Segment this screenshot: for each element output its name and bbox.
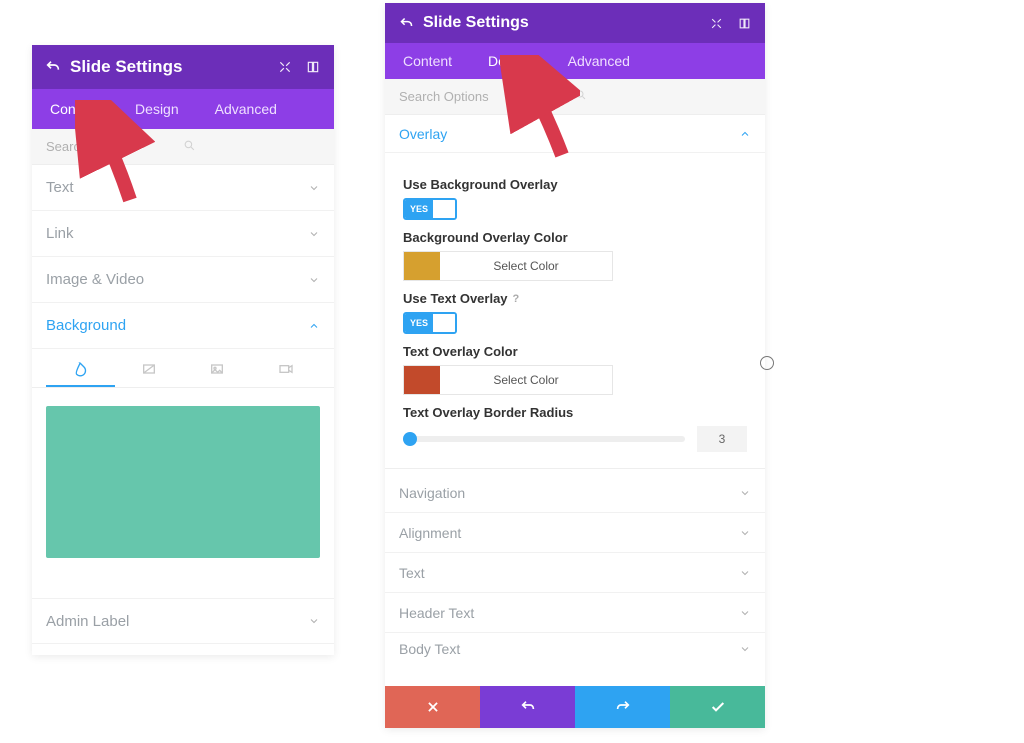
- search-placeholder: Search Options: [46, 139, 183, 154]
- tab-bar: Content Design Advanced: [32, 89, 334, 129]
- section-text[interactable]: Text: [385, 553, 765, 593]
- slider-text-overlay-radius[interactable]: [403, 436, 685, 442]
- subtab-color[interactable]: [46, 353, 115, 387]
- background-subtabs: [32, 349, 334, 388]
- footer-undo-button[interactable]: [480, 686, 575, 728]
- panel-body: Overlay Use Background Overlay YES Backg…: [385, 115, 765, 686]
- color-picker-text-overlay[interactable]: Select Color: [403, 365, 613, 395]
- search-input[interactable]: Search Options: [32, 129, 334, 165]
- chevron-up-icon: [308, 320, 320, 332]
- undo-icon[interactable]: [397, 14, 415, 32]
- label-use-bg-overlay: Use Background Overlay: [403, 177, 747, 192]
- footer-save-button[interactable]: [670, 686, 765, 728]
- chevron-up-icon: [739, 128, 751, 140]
- snap-icon[interactable]: [304, 58, 322, 76]
- search-input[interactable]: Search Options: [385, 79, 765, 115]
- label-use-text-overlay: Use Text Overlay ?: [403, 291, 747, 306]
- color-picker-bg-overlay[interactable]: Select Color: [403, 251, 613, 281]
- background-color-swatch[interactable]: [46, 406, 320, 558]
- chevron-down-icon: [308, 274, 320, 286]
- label-bg-overlay-color: Background Overlay Color: [403, 230, 747, 245]
- section-overlay[interactable]: Overlay: [385, 115, 765, 153]
- snap-icon[interactable]: [735, 14, 753, 32]
- chevron-down-icon: [308, 182, 320, 194]
- input-text-overlay-radius[interactable]: 3: [697, 426, 747, 452]
- color-chip: [404, 366, 440, 394]
- panel-title: Slide Settings: [423, 14, 707, 32]
- tab-advanced[interactable]: Advanced: [550, 43, 648, 79]
- background-color-swatch-wrap: [32, 388, 334, 576]
- color-chip: [404, 252, 440, 280]
- chevron-down-icon: [308, 615, 320, 627]
- section-admin-label[interactable]: Admin Label: [32, 598, 334, 644]
- section-background[interactable]: Background: [32, 303, 334, 349]
- panel-header: Slide Settings: [385, 3, 765, 43]
- toggle-use-bg-overlay[interactable]: YES: [403, 198, 457, 220]
- tab-content[interactable]: Content: [32, 89, 117, 129]
- section-text[interactable]: Text: [32, 165, 334, 211]
- undo-icon[interactable]: [44, 58, 62, 76]
- expand-icon[interactable]: [707, 14, 725, 32]
- footer-redo-button[interactable]: [575, 686, 670, 728]
- tab-advanced[interactable]: Advanced: [197, 89, 295, 129]
- search-placeholder: Search Options: [399, 89, 575, 104]
- panel-content: Slide Settings Content Design Advanced S…: [32, 45, 334, 655]
- label-text-overlay-radius: Text Overlay Border Radius: [403, 405, 747, 420]
- tab-design[interactable]: Design: [117, 89, 197, 129]
- chevron-down-icon: [739, 567, 751, 579]
- section-body-text[interactable]: Body Text: [385, 633, 765, 665]
- search-icon: [183, 139, 320, 155]
- subtab-video[interactable]: [252, 353, 321, 387]
- section-navigation[interactable]: Navigation: [385, 473, 765, 513]
- subtab-image[interactable]: [183, 353, 252, 387]
- chevron-down-icon: [739, 487, 751, 499]
- chevron-down-icon: [739, 643, 751, 655]
- subtab-gradient[interactable]: [115, 353, 184, 387]
- panel-body: Text Link Image & Video Background: [32, 165, 334, 655]
- expand-icon[interactable]: [276, 58, 294, 76]
- section-header-text[interactable]: Header Text: [385, 593, 765, 633]
- label-text-overlay-color: Text Overlay Color: [403, 344, 747, 359]
- footer-close-button[interactable]: [385, 686, 480, 728]
- footer-actions: [385, 686, 765, 728]
- tab-bar: Content Design Advanced: [385, 43, 765, 79]
- chevron-down-icon: [739, 607, 751, 619]
- section-alignment[interactable]: Alignment: [385, 513, 765, 553]
- clip-indicator-icon: [760, 356, 774, 370]
- tab-design[interactable]: Design: [470, 43, 550, 79]
- panel-title: Slide Settings: [70, 57, 276, 77]
- section-image-video[interactable]: Image & Video: [32, 257, 334, 303]
- section-link[interactable]: Link: [32, 211, 334, 257]
- toggle-use-text-overlay[interactable]: YES: [403, 312, 457, 334]
- panel-header: Slide Settings: [32, 45, 334, 89]
- overlay-form: Use Background Overlay YES Background Ov…: [385, 153, 765, 473]
- search-icon: [575, 89, 751, 104]
- chevron-down-icon: [308, 228, 320, 240]
- help-icon[interactable]: ?: [513, 293, 520, 305]
- chevron-down-icon: [739, 527, 751, 539]
- tab-content[interactable]: Content: [385, 43, 470, 79]
- panel-design: Slide Settings Content Design Advanced S…: [385, 3, 765, 728]
